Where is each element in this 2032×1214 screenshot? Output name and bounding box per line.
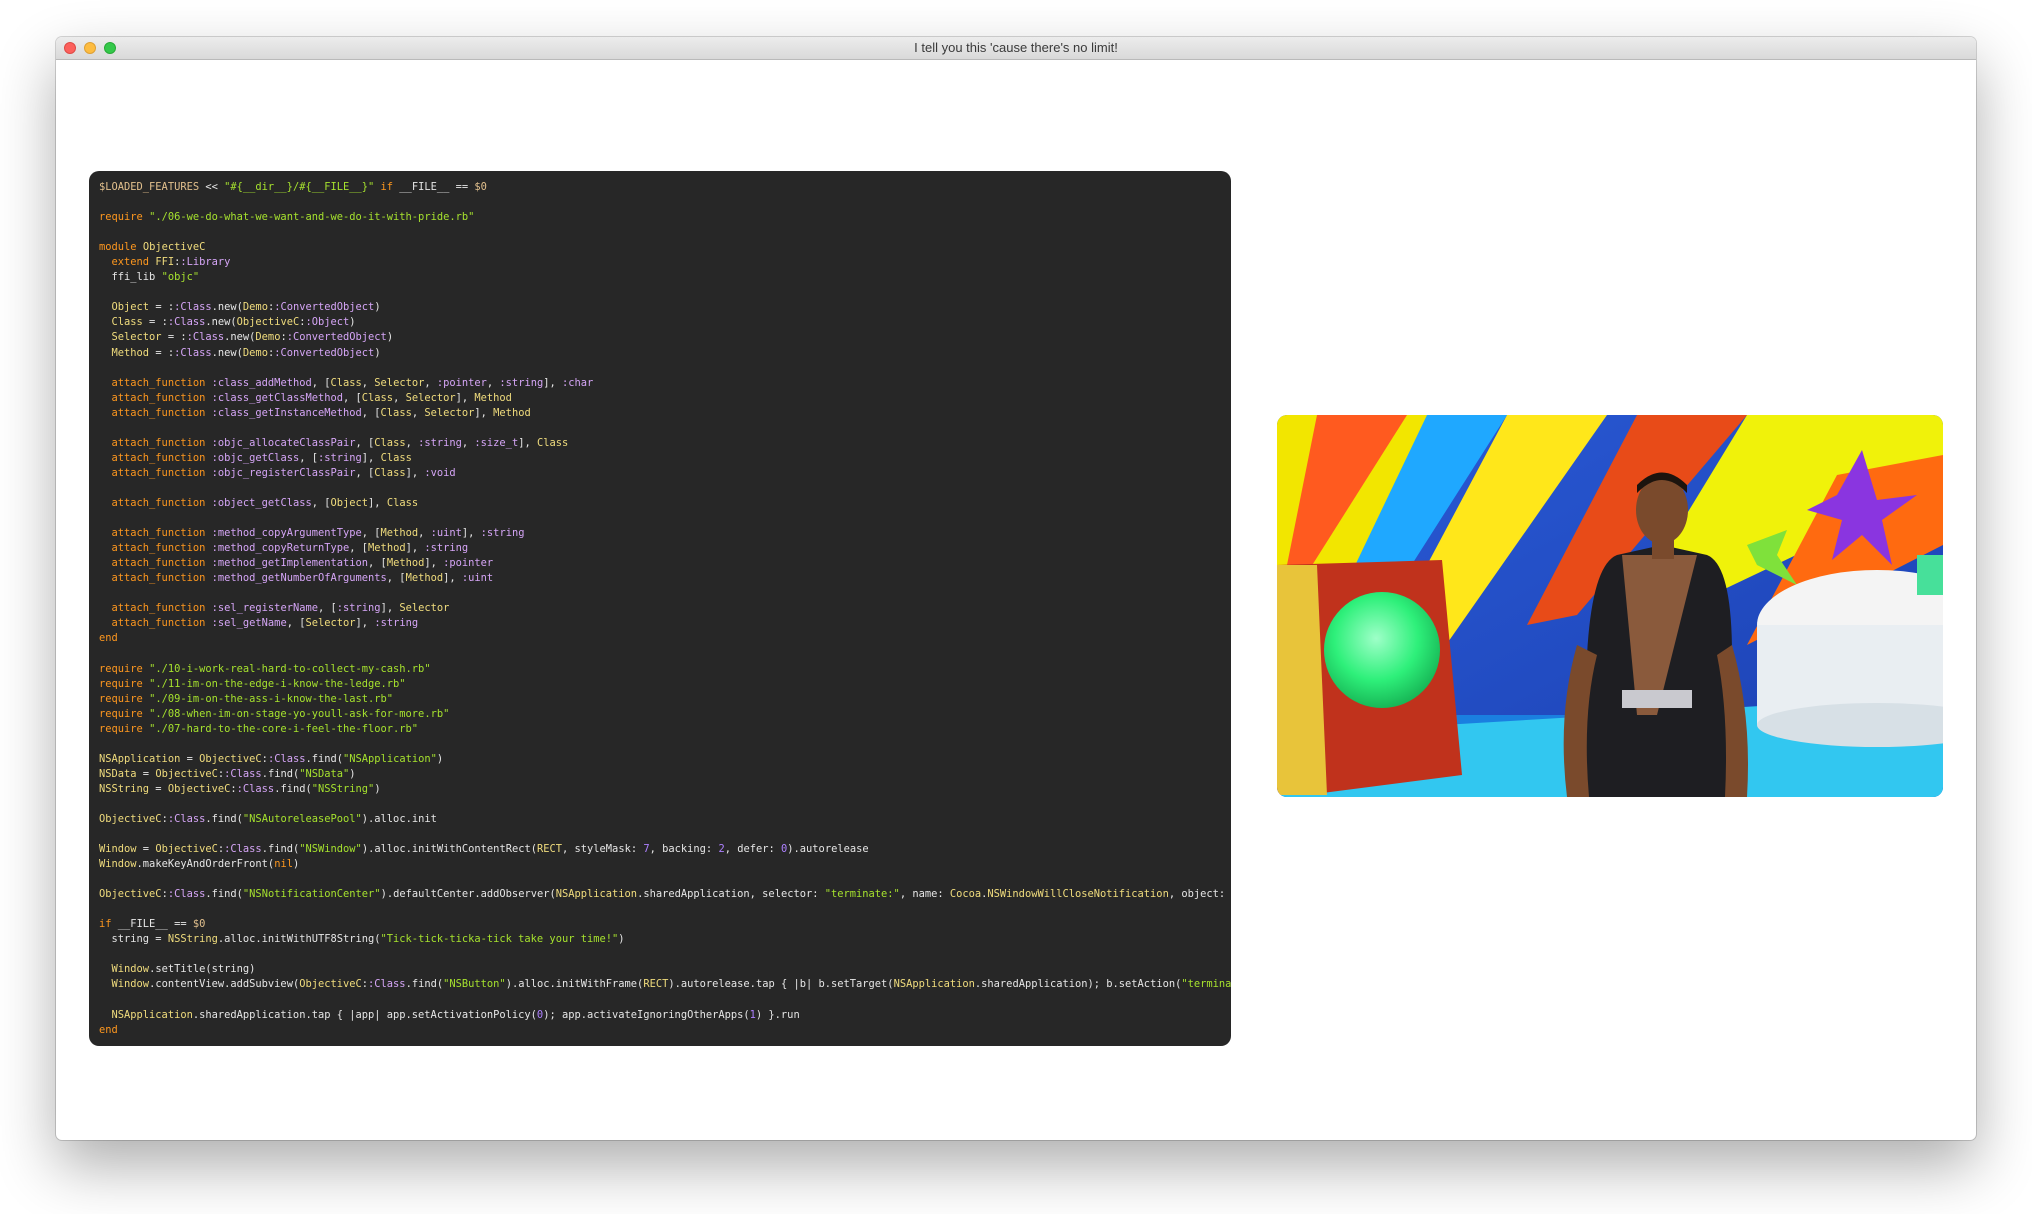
code-line: require "./06-we-do-what-we-want-and-we-… — [99, 211, 475, 224]
code-listing: $LOADED_FEATURES << "#{__dir__}/#{__FILE… — [99, 180, 1231, 1038]
code-line: NSApplication = ObjectiveC::Class.find("… — [99, 752, 444, 765]
app-window: I tell you this 'cause there's no limit!… — [56, 37, 1976, 1140]
code-line: attach_function :objc_registerClassPair,… — [111, 466, 456, 479]
code-line: require "./10-i-work-real-hard-to-collec… — [99, 662, 431, 675]
video-frame-image — [1277, 415, 1943, 797]
video-player[interactable] — [1277, 415, 1943, 797]
code-line: attach_function :sel_getName, [Selector]… — [111, 617, 419, 630]
code-line: string = NSString.alloc.initWithUTF8Stri… — [99, 933, 625, 946]
code-line: ObjectiveC::Class.find("NSAutoreleasePoo… — [99, 812, 437, 825]
code-line: attach_function :objc_allocateClassPair,… — [111, 436, 569, 449]
code-line: attach_function :sel_registerName, [:str… — [111, 602, 450, 615]
code-line: require "./11-im-on-the-edge-i-know-the-… — [99, 677, 406, 690]
code-line: Window.makeKeyAndOrderFront(nil) — [99, 858, 300, 871]
code-line: NSData = ObjectiveC::Class.find("NSData"… — [99, 767, 356, 780]
code-line: $LOADED_FEATURES << "#{__dir__}/#{__FILE… — [99, 181, 487, 193]
code-line: Window.setTitle(string) — [111, 963, 256, 976]
code-line: NSApplication.sharedApplication.tap { |a… — [111, 1008, 800, 1021]
code-line: if __FILE__ == $0 — [99, 918, 206, 931]
code-line: ffi_lib "objc" — [99, 271, 200, 284]
window-title: I tell you this 'cause there's no limit! — [914, 40, 1118, 55]
code-line: Method = ::Class.new(Demo::ConvertedObje… — [111, 346, 381, 359]
code-line: attach_function :class_getClassMethod, [… — [111, 391, 512, 404]
code-line: NSString = ObjectiveC::Class.find("NSStr… — [99, 782, 381, 795]
code-panel[interactable]: $LOADED_FEATURES << "#{__dir__}/#{__FILE… — [89, 171, 1231, 1046]
code-line: Class = ::Class.new(ObjectiveC::Object) — [111, 316, 356, 329]
code-line: Selector = ::Class.new(Demo::ConvertedOb… — [111, 331, 394, 344]
title-bar[interactable]: I tell you this 'cause there's no limit! — [56, 37, 1976, 60]
code-line: attach_function :class_getInstanceMethod… — [111, 406, 531, 419]
code-line: end — [99, 632, 118, 645]
code-line: extend FFI::Library — [111, 256, 231, 269]
code-line: attach_function :method_getNumberOfArgum… — [111, 572, 494, 585]
code-line: attach_function :class_addMethod, [Class… — [111, 376, 594, 389]
code-line: attach_function :method_copyArgumentType… — [111, 527, 525, 540]
code-line: attach_function :method_copyReturnType, … — [111, 542, 469, 555]
code-line: require "./09-im-on-the-ass-i-know-the-l… — [99, 692, 394, 705]
code-line: Window.contentView.addSubview(ObjectiveC… — [111, 978, 1231, 991]
code-line: Object = ::Class.new(Demo::ConvertedObje… — [111, 301, 381, 314]
code-line: attach_function :objc_getClass, [:string… — [111, 451, 412, 464]
code-line: attach_function :object_getClass, [Objec… — [111, 496, 419, 509]
code-line: module ObjectiveC — [99, 241, 206, 254]
code-line: require "./08-when-im-on-stage-yo-youll-… — [99, 707, 450, 720]
code-line: require "./07-hard-to-the-core-i-feel-th… — [99, 722, 419, 735]
code-line: attach_function :method_getImplementatio… — [111, 557, 494, 570]
code-line: ObjectiveC::Class.find("NSNotificationCe… — [99, 888, 1231, 901]
code-line: end — [99, 1023, 118, 1036]
code-line: Window = ObjectiveC::Class.find("NSWindo… — [99, 843, 869, 856]
